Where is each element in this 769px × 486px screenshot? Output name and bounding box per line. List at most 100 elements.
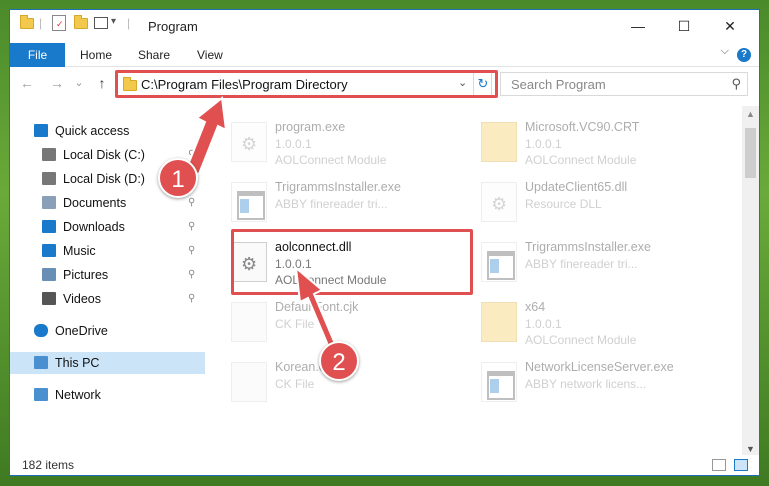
scroll-thumb[interactable] bbox=[745, 128, 756, 178]
pin-icon: ⚲ bbox=[188, 269, 196, 280]
back-button[interactable]: ← bbox=[18, 74, 36, 92]
sidebar-item-label: Local Disk (C:) bbox=[63, 148, 145, 162]
sidebar-item-label: Videos bbox=[63, 292, 101, 306]
file-line1: CK File bbox=[275, 317, 315, 331]
item-count: 182 items bbox=[22, 458, 75, 472]
file-line1: 1.0.0.1 bbox=[525, 137, 562, 151]
search-box[interactable]: Search Program ⚲ bbox=[500, 72, 748, 96]
sidebar-item-label: Pictures bbox=[63, 268, 109, 282]
properties-icon[interactable]: ✓ bbox=[52, 15, 66, 31]
file-name: program.exe bbox=[275, 120, 346, 134]
tab-view[interactable]: View bbox=[197, 43, 223, 67]
sidebar-item-label: Music bbox=[63, 244, 96, 258]
file-line1: 1.0.0.1 bbox=[275, 137, 312, 151]
sidebar-item-quick-access[interactable]: Quick access bbox=[10, 120, 205, 142]
file-item[interactable]: ⚙ UpdateClient65.dll Resource DLL bbox=[465, 178, 705, 234]
file-line1: 1.0.0.1 bbox=[525, 317, 562, 331]
file-name: Microsoft.VC90.CRT bbox=[525, 120, 640, 134]
star-icon bbox=[34, 124, 48, 137]
callout-2: 2 bbox=[319, 341, 359, 381]
pin-icon: ⚲ bbox=[188, 245, 196, 256]
tab-file[interactable]: File bbox=[10, 43, 65, 67]
status-bar: 182 items bbox=[10, 455, 759, 475]
sidebar-item-videos[interactable]: Videos ⚲ bbox=[10, 288, 205, 310]
file-item[interactable]: ⚙ program.exe 1.0.0.1 AOLConnect Module bbox=[215, 118, 455, 174]
folder-icon bbox=[481, 302, 517, 342]
separator: | bbox=[127, 16, 131, 30]
sidebar-item-downloads[interactable]: Downloads ⚲ bbox=[10, 216, 205, 238]
gear-icon: ⚙ bbox=[491, 194, 508, 214]
sidebar-item-label: Documents bbox=[63, 196, 127, 210]
cloud-icon bbox=[34, 324, 48, 337]
drive-icon bbox=[42, 172, 56, 185]
pictures-icon bbox=[42, 268, 56, 281]
pin-icon: ⚲ bbox=[188, 293, 196, 304]
pin-icon: ⚲ bbox=[188, 197, 196, 208]
search-icon[interactable]: ⚲ bbox=[731, 76, 741, 92]
file-line1: ABBY network licens... bbox=[525, 377, 647, 391]
file-line1: ABBY finereader tri... bbox=[525, 257, 638, 271]
sidebar-item-pictures[interactable]: Pictures ⚲ bbox=[10, 264, 205, 286]
dll-icon: ⚙ bbox=[481, 182, 517, 222]
view-options-icon[interactable] bbox=[94, 17, 108, 29]
documents-icon bbox=[42, 196, 56, 209]
close-button[interactable]: ✕ bbox=[707, 10, 753, 43]
sidebar-item-onedrive[interactable]: OneDrive bbox=[10, 320, 205, 342]
sidebar-item-this-pc[interactable]: This PC bbox=[10, 352, 205, 374]
videos-icon bbox=[42, 292, 56, 305]
file-line1: Resource DLL bbox=[525, 197, 602, 211]
music-icon bbox=[42, 244, 56, 257]
file-line1: ABBY finereader tri... bbox=[275, 197, 388, 211]
sidebar-item-label: Network bbox=[55, 388, 101, 402]
file-line2: AOLConnect Module bbox=[275, 153, 387, 167]
sidebar-item-label: Downloads bbox=[63, 220, 125, 234]
sidebar-item-label: This PC bbox=[55, 356, 100, 370]
customize-toolbar-icon[interactable]: ▾ bbox=[111, 16, 116, 34]
sidebar-item-music[interactable]: Music ⚲ bbox=[10, 240, 205, 262]
search-input[interactable]: Search Program bbox=[511, 77, 606, 92]
scroll-up-button[interactable]: ▲ bbox=[742, 106, 759, 123]
file-line2: AOLConnect Module bbox=[525, 333, 637, 347]
file-icon bbox=[231, 302, 267, 342]
file-name: NetworkLicenseServer.exe bbox=[525, 360, 674, 374]
folder-icon bbox=[20, 15, 34, 36]
file-highlight bbox=[231, 229, 473, 295]
large-icons-view-icon[interactable] bbox=[734, 459, 748, 471]
forward-button[interactable]: → bbox=[48, 74, 66, 92]
vertical-scrollbar[interactable]: ▲ ▼ bbox=[742, 106, 759, 458]
recent-locations-button[interactable]: ⌄ bbox=[70, 74, 88, 92]
file-item[interactable]: TrigrammsInstaller.exe ABBY finereader tr… bbox=[465, 238, 705, 294]
tab-share[interactable]: Share bbox=[138, 43, 170, 67]
title-bar: | ✓ ▾ | Program — ☐ ✕ bbox=[10, 10, 759, 43]
file-name: DefaultFont.cjk bbox=[275, 300, 359, 314]
file-icon bbox=[231, 362, 267, 402]
file-item[interactable]: x64 1.0.0.1 AOLConnect Module bbox=[465, 298, 705, 354]
file-name: TrigrammsInstaller.exe bbox=[275, 180, 401, 194]
separator: | bbox=[39, 16, 43, 30]
maximize-button[interactable]: ☐ bbox=[661, 10, 707, 43]
network-icon bbox=[34, 388, 48, 401]
up-button[interactable]: ↑ bbox=[93, 74, 111, 92]
app-icon bbox=[481, 362, 517, 402]
drive-icon bbox=[42, 148, 56, 161]
ribbon-tabs: File Home Share View ⌵ ? bbox=[10, 43, 759, 67]
minimize-button[interactable]: — bbox=[615, 10, 661, 43]
download-icon bbox=[42, 220, 56, 233]
details-view-icon[interactable] bbox=[712, 459, 726, 471]
app-icon bbox=[231, 182, 267, 222]
app-icon bbox=[481, 242, 517, 282]
sidebar-item-network[interactable]: Network bbox=[10, 384, 205, 406]
pin-icon: ⚲ bbox=[188, 221, 196, 232]
new-folder-icon[interactable] bbox=[74, 15, 88, 36]
address-highlight bbox=[115, 70, 498, 98]
explorer-window: | ✓ ▾ | Program — ☐ ✕ File Home Share Vi… bbox=[9, 9, 760, 476]
collapse-ribbon-icon[interactable]: ⌵ bbox=[721, 45, 729, 58]
file-item[interactable]: NetworkLicenseServer.exe ABBY network lic… bbox=[465, 358, 705, 414]
file-item[interactable]: TrigrammsInstaller.exe ABBY finereader tr… bbox=[215, 178, 455, 234]
file-item[interactable]: Microsoft.VC90.CRT 1.0.0.1 AOLConnect Modu… bbox=[465, 118, 705, 174]
help-icon[interactable]: ? bbox=[737, 48, 751, 62]
tab-home[interactable]: Home bbox=[80, 43, 112, 67]
file-name: x64 bbox=[525, 300, 546, 314]
gear-icon: ⚙ bbox=[241, 134, 258, 154]
file-line1: CK File bbox=[275, 377, 315, 391]
